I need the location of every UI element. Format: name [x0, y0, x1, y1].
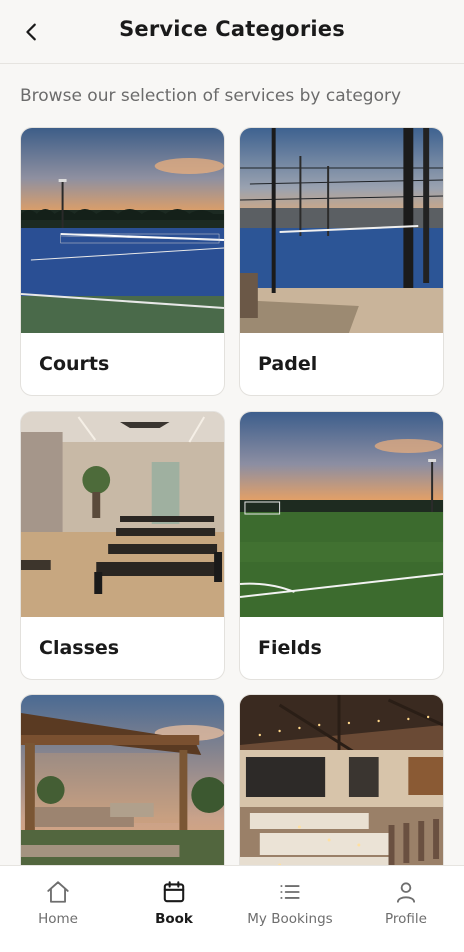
classes-image [21, 412, 224, 617]
home-icon [47, 881, 69, 903]
tab-my-bookings[interactable]: My Bookings [232, 866, 348, 952]
fields-image [240, 412, 443, 617]
category-label: Classes [39, 637, 120, 659]
tab-label: Home [38, 911, 78, 927]
calendar-icon [163, 881, 185, 903]
padel-image [240, 128, 443, 333]
user-icon [396, 882, 416, 903]
tab-book[interactable]: Book [116, 866, 232, 952]
tab-profile[interactable]: Profile [348, 866, 464, 952]
tab-label: Profile [385, 911, 427, 927]
category-label: Padel [258, 353, 318, 375]
category-card-courts[interactable]: Courts [20, 127, 225, 396]
tab-label: My Bookings [247, 911, 333, 927]
category-label: Fields [258, 637, 322, 659]
category-card-padel[interactable]: Padel [239, 127, 444, 396]
courts-image [21, 128, 224, 333]
category-card-fields[interactable]: Fields [239, 411, 444, 680]
category-label: Courts [39, 353, 110, 375]
top-app-bar: Service Categories [0, 0, 464, 64]
page-title: Service Categories [119, 17, 345, 41]
page-subtitle: Browse our selection of services by cate… [20, 86, 402, 106]
tab-home[interactable]: Home [0, 866, 116, 952]
category-card-classes[interactable]: Classes [20, 411, 225, 680]
bottom-tab-bar: Home Book My Bookings Profile [0, 865, 464, 952]
list-icon [280, 885, 300, 899]
tab-label: Book [155, 911, 193, 927]
